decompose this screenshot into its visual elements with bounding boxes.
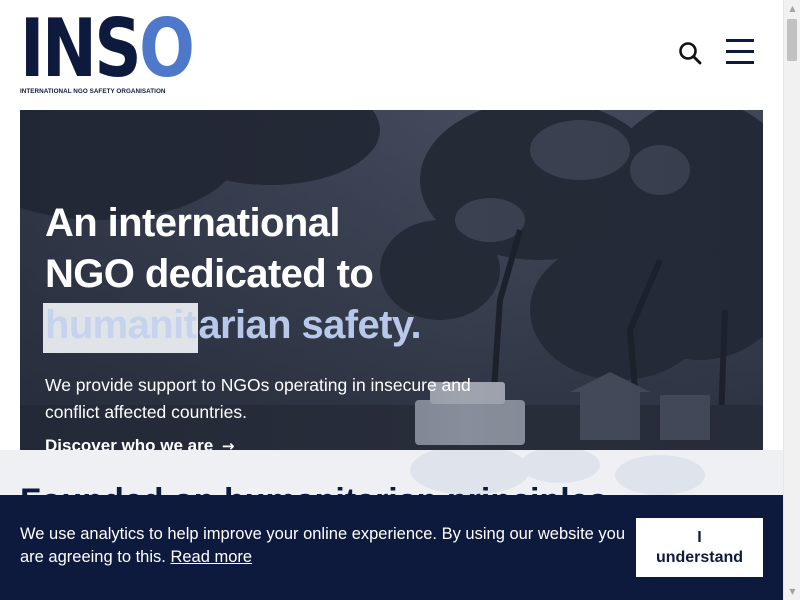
inso-logo[interactable]: INS O INTERNATIONAL NGO SAFETY ORGANISATI…: [20, 9, 195, 98]
cookie-message: We use analytics to help improve your on…: [20, 523, 630, 569]
hero-title-selected-text: humanit: [43, 303, 199, 353]
search-icon: [679, 42, 702, 65]
site-header: INS O INTERNATIONAL NGO SAFETY ORGANISATI…: [0, 0, 783, 110]
cookie-message-text: We use analytics to help improve your on…: [20, 525, 626, 566]
logo-wordmark: INS O: [20, 2, 195, 95]
hero-subtitle: We provide support to NGOs operating in …: [45, 375, 471, 422]
hamburger-menu-button[interactable]: [722, 36, 756, 68]
hero-title-line-1: An international: [45, 201, 340, 245]
search-button[interactable]: [676, 39, 704, 67]
discover-link-label: Discover who we are: [45, 436, 214, 450]
scroll-up-arrow-icon[interactable]: ▲: [784, 0, 800, 17]
arrow-right-icon: →: [221, 437, 235, 450]
read-more-link[interactable]: Read more: [170, 548, 252, 566]
i-understand-button[interactable]: I understand: [636, 518, 763, 577]
hero-banner: An international NGO dedicated to humani…: [20, 110, 763, 450]
scroll-down-arrow-icon[interactable]: ▼: [784, 583, 800, 600]
hamburger-menu-icon: [726, 39, 754, 42]
scrollbar-thumb[interactable]: [787, 19, 797, 61]
logo-tagline: INTERNATIONAL NGO SAFETY ORGANISATION: [20, 88, 166, 95]
hamburger-menu-icon-bar: [726, 50, 754, 53]
vertical-scrollbar[interactable]: ▲ ▼: [783, 0, 800, 600]
logo-letter-o: O: [139, 2, 195, 95]
cookie-consent-banner: We use analytics to help improve your on…: [0, 495, 783, 600]
i-understand-button-line-1: I: [697, 528, 702, 546]
hero-title-line-3: humanitarian safety.: [43, 300, 422, 353]
discover-who-we-are-link[interactable]: Discover who we are →: [45, 436, 235, 450]
hamburger-menu-icon-bar: [726, 61, 754, 64]
hero-title-line-3-rest: arian safety.: [198, 303, 422, 347]
i-understand-button-line-2: understand: [655, 548, 744, 566]
hero-title-line-2: NGO dedicated to: [45, 252, 374, 296]
logo-letters-ins: INS: [20, 2, 142, 95]
hero-title: An international NGO dedicated to humani…: [43, 198, 422, 353]
